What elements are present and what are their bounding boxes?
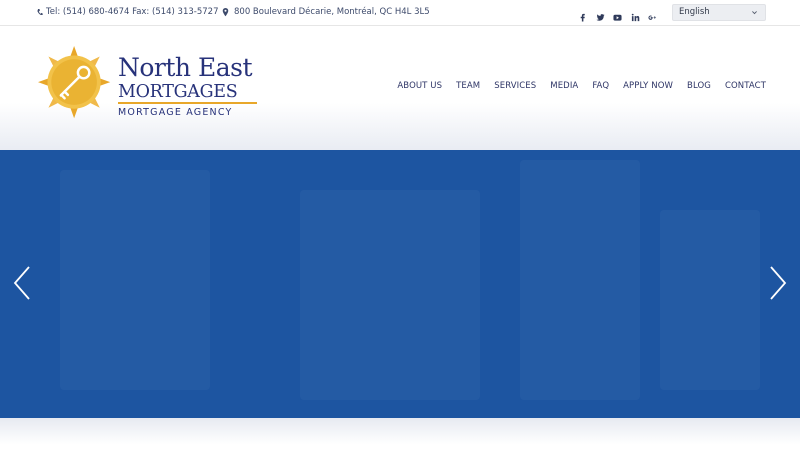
hero-texture (520, 160, 640, 400)
nav-about-us[interactable]: ABOUT US (397, 81, 442, 91)
nav-faq[interactable]: FAQ (592, 81, 609, 91)
youtube-icon[interactable] (609, 7, 627, 21)
phone-icon (37, 8, 43, 15)
hero-texture (660, 210, 760, 390)
brand-tagline: MORTGAGE AGENCY (118, 107, 233, 118)
main-nav: ABOUT US TEAM SERVICES MEDIA FAQ APPLY N… (383, 81, 766, 91)
nav-blog[interactable]: BLOG (687, 81, 711, 91)
nav-apply-now[interactable]: APPLY NOW (623, 81, 673, 91)
brand-divider (118, 102, 257, 104)
contact-text: Tel: (514) 680-4674 Fax: (514) 313-5727 (46, 7, 219, 17)
nav-team[interactable]: TEAM (456, 81, 480, 91)
top-bar: Tel: (514) 680-4674 Fax: (514) 313-5727 … (0, 0, 800, 26)
social-links (574, 7, 662, 22)
chevron-down-icon (752, 11, 757, 15)
brand-name-line1: North East (118, 53, 253, 82)
section-fade (0, 418, 800, 456)
facebook-icon[interactable] (574, 7, 592, 22)
hero-texture (60, 170, 210, 390)
slider-prev-button[interactable] (12, 265, 32, 301)
address-text: 800 Boulevard Décarie, Montréal, QC H4L … (234, 7, 430, 17)
language-select[interactable]: English (672, 4, 766, 21)
brand-name-line2: MORTGAGES (118, 82, 238, 102)
linkedin-icon[interactable] (627, 7, 645, 22)
address-info: 800 Boulevard Décarie, Montréal, QC H4L … (222, 7, 430, 17)
contact-info: Tel: (514) 680-4674 Fax: (514) 313-5727 (36, 7, 218, 17)
page: Tel: (514) 680-4674 Fax: (514) 313-5727 … (0, 0, 800, 456)
chevron-right-icon (770, 266, 787, 300)
chevron-left-icon (13, 266, 30, 300)
map-pin-icon (222, 7, 229, 16)
twitter-icon[interactable] (592, 7, 610, 21)
googleplus-icon[interactable] (644, 7, 662, 20)
nav-contact[interactable]: CONTACT (725, 81, 766, 91)
nav-media[interactable]: MEDIA (550, 81, 578, 91)
hero-slider (0, 150, 800, 418)
hero-texture (300, 190, 480, 400)
nav-services[interactable]: SERVICES (494, 81, 536, 91)
language-value: English (679, 7, 710, 17)
slider-next-button[interactable] (768, 265, 788, 301)
logo-emblem-icon[interactable] (38, 46, 114, 122)
